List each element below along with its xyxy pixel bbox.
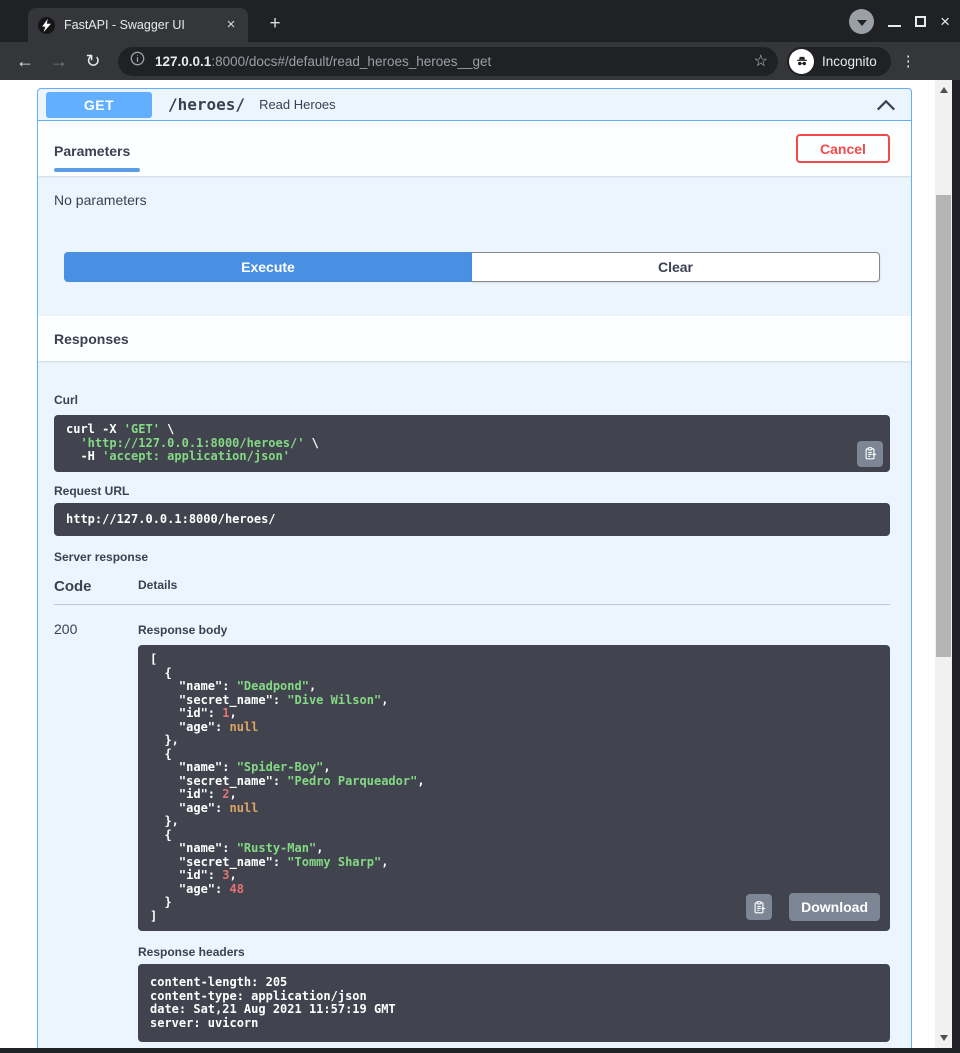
response-headers-block: content-length: 205content-type: applica… — [138, 964, 890, 1042]
endpoint-summary: Read Heroes — [259, 97, 875, 112]
reload-button[interactable]: ↻ — [79, 51, 107, 72]
clear-button[interactable]: Clear — [472, 252, 880, 282]
swagger-page: GET /heroes/ Read Heroes Parameters Canc… — [0, 80, 952, 1048]
maximize-button[interactable] — [915, 16, 926, 27]
url-path: :8000/docs#/default/read_heroes_heroes__… — [211, 54, 491, 69]
response-details: Response body [ { "name": "Deadpond", "s… — [138, 621, 890, 1042]
caret-down-icon — [857, 20, 867, 26]
scroll-down-icon[interactable] — [935, 1030, 952, 1046]
response-body-actions: Download — [746, 893, 880, 921]
responses-body: Curl curl -X 'GET' \ 'http://127.0.0.1:8… — [38, 361, 911, 1042]
response-table-header: Code Details — [54, 578, 890, 605]
collapse-chevron-icon[interactable] — [875, 97, 897, 113]
no-parameters-text: No parameters — [54, 192, 911, 208]
cancel-button[interactable]: Cancel — [796, 134, 890, 163]
fastapi-favicon-icon — [38, 17, 55, 34]
bookmark-star-icon[interactable]: ☆ — [754, 51, 768, 71]
copy-curl-button[interactable] — [857, 441, 883, 467]
execute-button[interactable]: Execute — [64, 252, 472, 282]
close-window-button[interactable]: × — [940, 15, 950, 29]
tab-bar: FastAPI - Swagger UI × + × — [0, 0, 960, 42]
active-tab-underline — [54, 168, 140, 172]
response-body-block: [ { "name": "Deadpond", "secret_name": "… — [138, 645, 890, 931]
status-code: 200 — [54, 621, 138, 1042]
responses-section-header: Responses — [38, 316, 911, 361]
http-method-badge: GET — [46, 92, 152, 118]
new-tab-button[interactable]: + — [262, 12, 288, 38]
incognito-label: Incognito — [822, 54, 877, 69]
tab-close-icon[interactable]: × — [222, 16, 240, 34]
response-body-label: Response body — [138, 623, 227, 637]
request-url-block: http://127.0.0.1:8000/heroes/ — [54, 503, 890, 537]
url-text: 127.0.0.1:8000/docs#/default/read_heroes… — [155, 54, 748, 69]
request-url-label: Request URL — [54, 484, 890, 498]
browser-window: FastAPI - Swagger UI × + × ← → ↻ 127.0.0… — [0, 0, 960, 1053]
incognito-icon — [789, 49, 814, 74]
browser-update-icon[interactable] — [849, 9, 874, 34]
minimize-button[interactable] — [888, 25, 901, 27]
tab-title: FastAPI - Swagger UI — [64, 18, 222, 32]
scroll-up-icon[interactable] — [935, 82, 952, 98]
copy-response-button[interactable] — [746, 894, 772, 920]
response-headers-label: Response headers — [138, 945, 890, 959]
scrollbar-thumb[interactable] — [936, 195, 951, 657]
parameters-label: Parameters — [54, 143, 140, 168]
browser-toolbar: ← → ↻ 127.0.0.1:8000/docs#/default/read_… — [0, 42, 960, 80]
opblock-get-heroes: GET /heroes/ Read Heroes Parameters Canc… — [37, 88, 912, 1048]
details-column-header: Details — [138, 578, 177, 595]
request-url-value: http://127.0.0.1:8000/heroes/ — [66, 513, 878, 527]
page-scrollbar[interactable] — [935, 80, 952, 1048]
responses-title: Responses — [54, 331, 129, 347]
curl-label: Curl — [54, 393, 78, 407]
window-controls: × — [849, 9, 950, 34]
site-info-icon[interactable] — [130, 51, 145, 71]
execute-row: Execute Clear — [64, 252, 880, 282]
url-host: 127.0.0.1 — [155, 54, 211, 69]
url-bar[interactable]: 127.0.0.1:8000/docs#/default/read_heroes… — [118, 47, 778, 76]
endpoint-path: /heroes/ — [168, 95, 245, 114]
tab-parameters[interactable]: Parameters — [54, 121, 140, 176]
parameters-header: Parameters Cancel — [38, 121, 911, 176]
incognito-badge: Incognito — [787, 47, 891, 76]
download-button[interactable]: Download — [789, 893, 880, 921]
back-button[interactable]: ← — [11, 51, 39, 72]
forward-button[interactable]: → — [45, 51, 73, 72]
opblock-header[interactable]: GET /heroes/ Read Heroes — [38, 89, 911, 121]
browser-tab[interactable]: FastAPI - Swagger UI × — [28, 8, 248, 42]
response-row-200: 200 Response body [ { "name": "Deadpond"… — [54, 605, 890, 1042]
server-response-label: Server response — [54, 550, 890, 564]
parameters-body: No parameters — [38, 176, 911, 208]
curl-code-block: curl -X 'GET' \ 'http://127.0.0.1:8000/h… — [54, 415, 890, 472]
browser-menu-icon[interactable]: ⋮ — [901, 52, 916, 70]
code-column-header: Code — [54, 578, 138, 595]
